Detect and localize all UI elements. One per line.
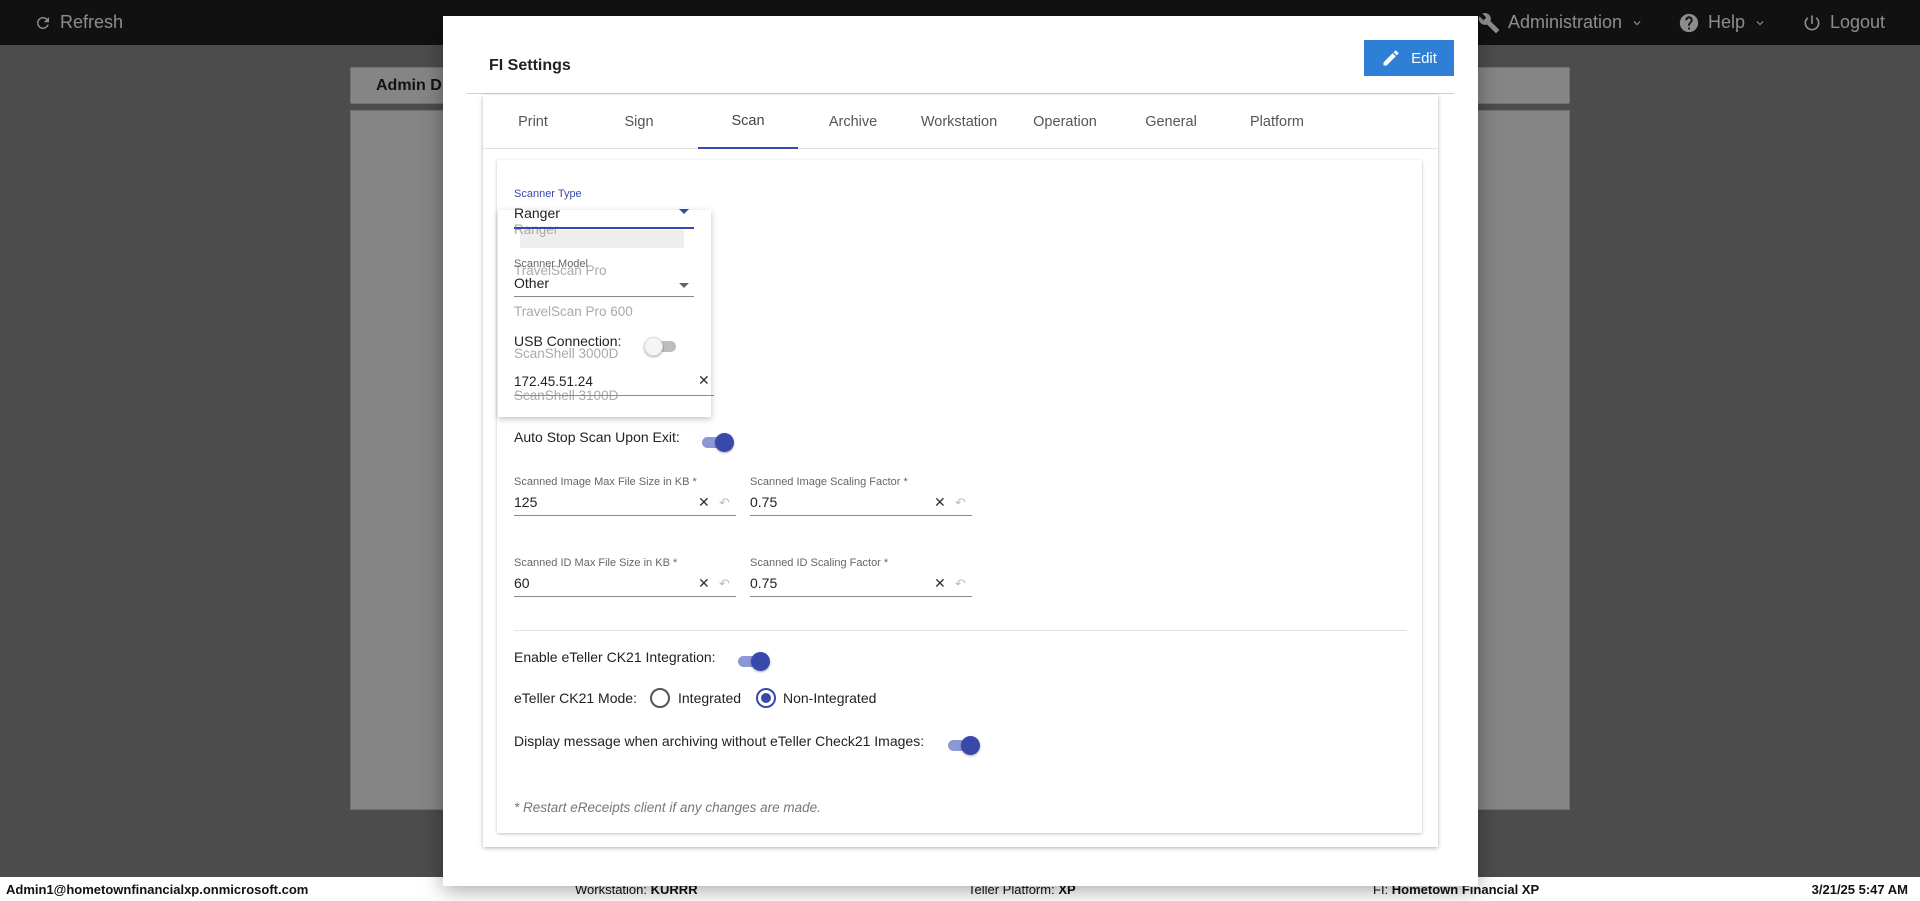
image-scaling-value[interactable]: 0.75 <box>750 494 777 510</box>
ck21-mode-label: eTeller CK21 Mode: <box>514 690 637 706</box>
clear-icon[interactable]: ✕ <box>934 575 946 592</box>
display-message-toggle[interactable] <box>946 734 980 756</box>
modal-title: FI Settings <box>489 57 571 74</box>
image-max-size-value[interactable]: 125 <box>514 494 537 510</box>
edit-label: Edit <box>1411 49 1437 67</box>
ck21-integration-label: Enable eTeller CK21 Integration: <box>514 649 716 665</box>
id-max-size-label: Scanned ID Max File Size in KB * <box>514 557 678 569</box>
toggle-thumb <box>715 433 734 452</box>
edit-button[interactable]: Edit <box>1364 40 1454 76</box>
scanner-type-underline <box>514 227 694 229</box>
modal-header: FI Settings Edit <box>467 40 1454 94</box>
dropdown-arrow-icon[interactable] <box>678 208 690 216</box>
clear-icon[interactable]: ✕ <box>698 372 710 389</box>
ck21-integration-toggle[interactable] <box>736 650 770 672</box>
id-scaling-label: Scanned ID Scaling Factor * <box>750 557 889 569</box>
auto-stop-toggle[interactable] <box>700 431 734 453</box>
undo-icon[interactable]: ↶ <box>719 576 730 592</box>
tab-platform[interactable]: Platform <box>1227 95 1327 149</box>
id-max-size-value[interactable]: 60 <box>514 575 530 591</box>
section-divider <box>514 630 1407 631</box>
tab-print[interactable]: Print <box>483 95 583 149</box>
radio-non-integrated[interactable] <box>756 688 776 708</box>
scanner-model-value[interactable]: Other <box>514 275 549 291</box>
tab-sign[interactable]: Sign <box>589 95 689 149</box>
toggle-thumb <box>644 337 663 356</box>
dropdown-option[interactable]: Ranger <box>514 222 558 237</box>
image-max-size-label: Scanned Image Max File Size in KB * <box>514 476 697 488</box>
undo-icon[interactable]: ↶ <box>955 495 966 511</box>
auto-stop-label: Auto Stop Scan Upon Exit: <box>514 429 680 445</box>
tab-general[interactable]: General <box>1121 95 1221 149</box>
tab-scan[interactable]: Scan <box>698 95 798 149</box>
scanner-model-underline <box>514 296 694 297</box>
toggle-thumb <box>961 736 980 755</box>
tab-archive[interactable]: Archive <box>803 95 903 149</box>
ip-address-value[interactable]: 172.45.51.24 <box>514 374 593 389</box>
radio-integrated[interactable] <box>650 688 670 708</box>
tab-operation[interactable]: Operation <box>1015 95 1115 149</box>
usb-connection-toggle[interactable] <box>644 335 678 357</box>
usb-connection-label: USB Connection: <box>514 333 622 349</box>
status-datetime: 3/21/25 5:47 AM <box>1811 882 1908 897</box>
image-scaling-label: Scanned Image Scaling Factor * <box>750 476 908 488</box>
id-max-size-underline <box>514 596 736 597</box>
image-scaling-underline <box>750 515 972 516</box>
radio-integrated-label[interactable]: Integrated <box>678 690 741 706</box>
display-message-label: Display message when archiving without e… <box>514 733 925 749</box>
clear-icon[interactable]: ✕ <box>934 494 946 511</box>
pencil-icon <box>1383 50 1399 66</box>
dropdown-option[interactable]: TravelScan Pro 600 <box>514 304 633 319</box>
scanner-type-value[interactable]: Ranger <box>514 205 560 221</box>
undo-icon[interactable]: ↶ <box>719 495 730 511</box>
radio-non-integrated-label[interactable]: Non-Integrated <box>783 690 876 706</box>
id-scaling-underline <box>750 596 972 597</box>
clear-icon[interactable]: ✕ <box>698 494 710 511</box>
settings-tabs: Print Sign Scan Archive Workstation Oper… <box>483 95 1438 149</box>
restart-note: * Restart eReceipts client if any change… <box>514 800 821 815</box>
image-max-size-underline <box>514 515 736 516</box>
clear-icon[interactable]: ✕ <box>698 575 710 592</box>
scanner-model-label: Scanner Model <box>514 258 588 270</box>
undo-icon[interactable]: ↶ <box>955 576 966 592</box>
id-scaling-value[interactable]: 0.75 <box>750 575 777 591</box>
status-user: Admin1@hometownfinancialxp.onmicrosoft.c… <box>6 882 309 897</box>
dropdown-arrow-icon[interactable] <box>678 282 690 290</box>
tab-workstation[interactable]: Workstation <box>909 95 1009 149</box>
ip-address-underline <box>514 395 714 396</box>
scanner-type-label: Scanner Type <box>514 188 582 200</box>
toggle-thumb <box>751 652 770 671</box>
